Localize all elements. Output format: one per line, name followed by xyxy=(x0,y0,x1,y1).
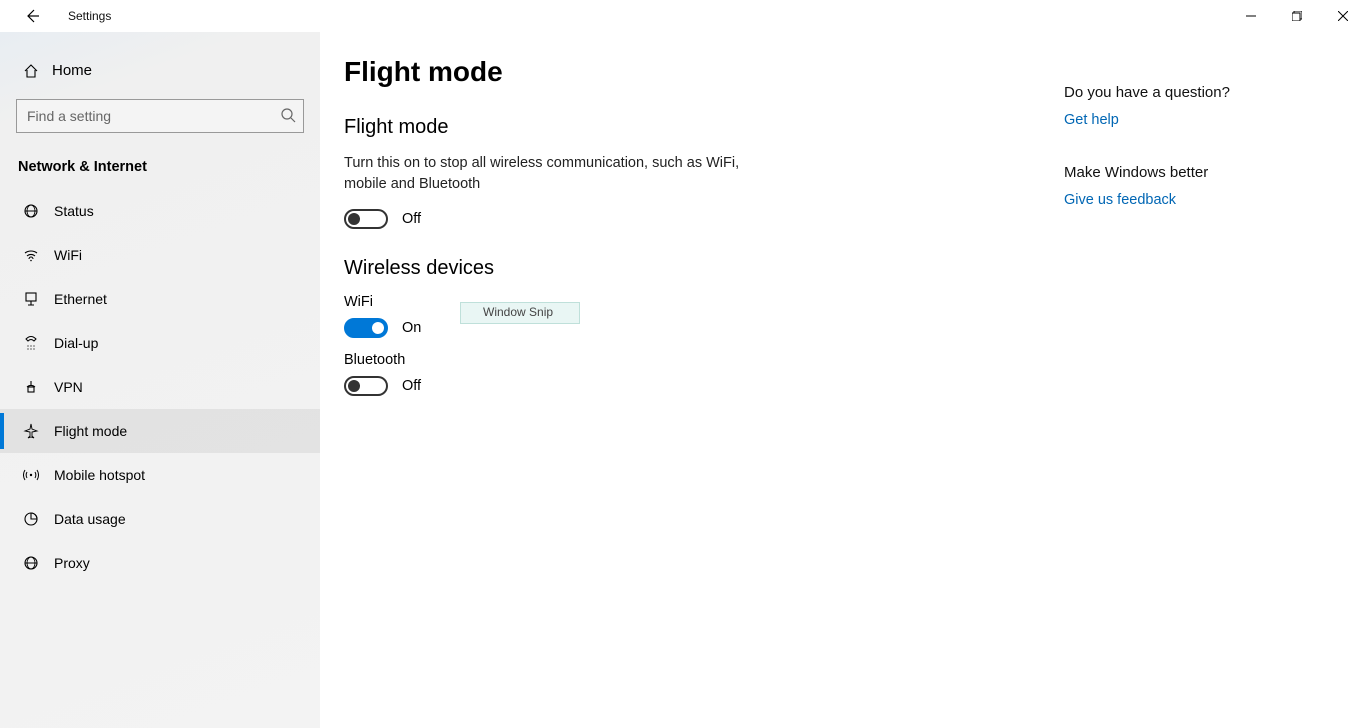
wifi-state: On xyxy=(402,320,421,336)
wifi-toggle[interactable] xyxy=(344,318,388,338)
search-input[interactable] xyxy=(16,99,304,133)
sidebar-item-label: Status xyxy=(54,203,94,219)
sidebar-item-label: VPN xyxy=(54,379,83,395)
bluetooth-subgroup: Bluetooth Off xyxy=(344,352,1064,396)
dialup-icon xyxy=(22,335,40,351)
page-title: Flight mode xyxy=(344,56,1064,88)
airplane-icon xyxy=(22,423,40,439)
wireless-devices-heading: Wireless devices xyxy=(344,257,1064,280)
vpn-icon xyxy=(22,379,40,395)
sidebar-item-mobile-hotspot[interactable]: Mobile hotspot xyxy=(0,453,320,497)
proxy-icon xyxy=(22,555,40,571)
minimize-button[interactable] xyxy=(1228,0,1274,32)
search-icon xyxy=(280,107,296,123)
sidebar-home[interactable]: Home xyxy=(0,52,320,89)
wifi-icon xyxy=(22,247,40,263)
search-wrap xyxy=(0,89,320,149)
maximize-icon xyxy=(1292,11,1302,21)
bluetooth-toggle[interactable] xyxy=(344,376,388,396)
sidebar-item-label: Data usage xyxy=(54,511,126,527)
sidebar-home-label: Home xyxy=(52,62,92,79)
sidebar-item-status[interactable]: Status xyxy=(0,189,320,233)
close-button[interactable] xyxy=(1320,0,1366,32)
hotspot-icon xyxy=(22,467,40,483)
flight-mode-description: Turn this on to stop all wireless commun… xyxy=(344,153,764,195)
window-snip-tooltip: Window Snip xyxy=(460,302,580,324)
sidebar-item-data-usage[interactable]: Data usage xyxy=(0,497,320,541)
right-column: Do you have a question? Get help Make Wi… xyxy=(1064,56,1364,728)
titlebar-left: Settings xyxy=(0,0,111,32)
sidebar-item-proxy[interactable]: Proxy xyxy=(0,541,320,585)
maximize-button[interactable] xyxy=(1274,0,1320,32)
arrow-left-icon xyxy=(24,8,40,24)
home-icon xyxy=(22,63,40,79)
main: Flight mode Flight mode Turn this on to … xyxy=(320,32,1366,728)
minimize-icon xyxy=(1246,11,1256,21)
close-icon xyxy=(1338,11,1348,21)
titlebar: Settings xyxy=(0,0,1366,32)
status-icon xyxy=(22,203,40,219)
content: Flight mode Flight mode Turn this on to … xyxy=(344,56,1064,728)
sidebar-item-label: Flight mode xyxy=(54,423,127,439)
feedback-heading: Make Windows better xyxy=(1064,164,1364,181)
ethernet-icon xyxy=(22,291,40,307)
sidebar-item-ethernet[interactable]: Ethernet xyxy=(0,277,320,321)
sidebar-item-label: Mobile hotspot xyxy=(54,467,145,483)
sidebar-item-label: Dial-up xyxy=(54,335,98,351)
wifi-label: WiFi xyxy=(344,294,1064,310)
get-help-link[interactable]: Get help xyxy=(1064,112,1119,128)
sidebar-item-flight-mode[interactable]: Flight mode xyxy=(0,409,320,453)
back-button[interactable] xyxy=(16,0,48,32)
question-heading: Do you have a question? xyxy=(1064,84,1364,101)
bluetooth-label: Bluetooth xyxy=(344,352,1064,368)
app-title: Settings xyxy=(68,9,111,23)
window-controls xyxy=(1228,0,1366,32)
sidebar-item-label: WiFi xyxy=(54,247,82,263)
flight-mode-heading: Flight mode xyxy=(344,116,1064,139)
sidebar-item-dialup[interactable]: Dial-up xyxy=(0,321,320,365)
sidebar-item-wifi[interactable]: WiFi xyxy=(0,233,320,277)
bluetooth-state: Off xyxy=(402,378,421,394)
sidebar-item-vpn[interactable]: VPN xyxy=(0,365,320,409)
wifi-subgroup: WiFi On xyxy=(344,294,1064,338)
sidebar-category: Network & Internet xyxy=(0,149,320,189)
flight-mode-state: Off xyxy=(402,211,421,227)
sidebar-item-label: Ethernet xyxy=(54,291,107,307)
sidebar-item-label: Proxy xyxy=(54,555,90,571)
flight-mode-toggle[interactable] xyxy=(344,209,388,229)
give-feedback-link[interactable]: Give us feedback xyxy=(1064,192,1176,208)
sidebar: Home Network & Internet Status WiFi xyxy=(0,32,320,728)
data-usage-icon xyxy=(22,511,40,527)
